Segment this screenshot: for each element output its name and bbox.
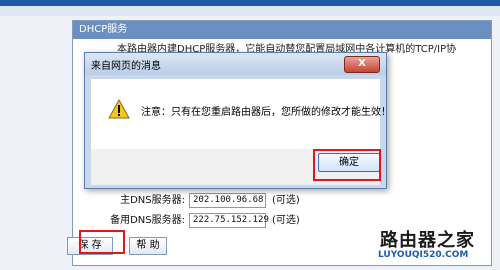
save-button-highlight <box>79 230 125 254</box>
close-button[interactable]: X <box>344 56 380 73</box>
watermark-url: LUYOUQI520.COM <box>378 250 469 260</box>
top-bar <box>0 0 500 16</box>
secondary-dns-label: 备用DNS服务器: <box>110 215 185 226</box>
primary-dns-hint: (可选) <box>272 195 300 206</box>
secondary-dns-input[interactable]: 222.75.152.129 <box>189 212 269 228</box>
dialog-titlebar[interactable]: 来自网页的消息 X <box>85 53 386 75</box>
site-watermark: 路由器之家 LUYOUQI520.COM <box>374 226 494 266</box>
secondary-dns-hint: (可选) <box>272 215 300 226</box>
dialog-message: 注意：只有在您重启路由器后，您所做的修改才能生效！ <box>141 107 391 118</box>
primary-dns-row: 主DNS服务器: 202.100.96.68 (可选) <box>103 191 300 208</box>
panel-title: DHCP服务 <box>73 21 491 39</box>
secondary-dns-row: 备用DNS服务器: 222.75.152.129 (可选) <box>103 211 300 228</box>
primary-dns-label: 主DNS服务器: <box>120 195 185 206</box>
watermark-title: 路由器之家 <box>380 230 475 251</box>
dialog-body: 注意：只有在您重启路由器后，您所做的修改才能生效！ <box>91 79 391 149</box>
ok-button-highlight <box>313 149 381 181</box>
help-button[interactable]: 帮 助 <box>129 237 167 255</box>
primary-dns-input[interactable]: 202.100.96.68 <box>189 192 266 208</box>
dialog-title: 来自网页的消息 <box>91 61 161 72</box>
warning-icon <box>108 99 130 119</box>
